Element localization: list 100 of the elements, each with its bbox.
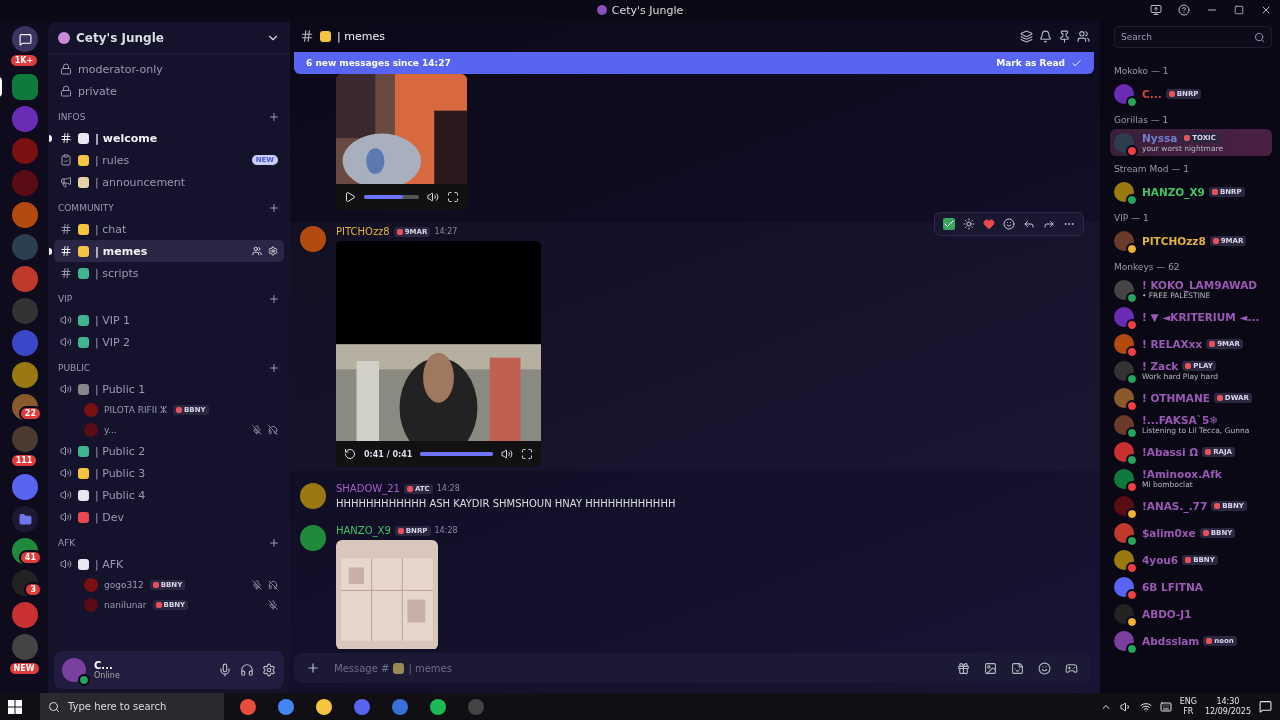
channel-item[interactable]: | VIP 2 [54,331,284,353]
member-name[interactable]: 6B LFITNA [1142,580,1203,593]
member-name[interactable]: 4you6 [1142,553,1179,566]
channel-item[interactable]: | Public 2 [54,440,284,462]
category-title[interactable]: COMMUNITY [58,203,266,213]
fullscreen-icon[interactable] [447,191,459,203]
channel-item[interactable]: | Public 1 [54,378,284,400]
close-icon[interactable] [1260,4,1272,16]
speaker-icon [60,467,72,479]
clock-date[interactable]: 12/09/2025 [1204,706,1251,717]
channel-item[interactable]: | announcement [54,171,284,193]
sparkle-icon[interactable] [963,218,975,230]
category-title[interactable]: AFK [58,538,266,548]
channel-item[interactable]: | VIP 1 [54,309,284,331]
threads-icon[interactable] [1020,29,1033,43]
windows-start-icon[interactable] [8,699,22,714]
new-messages-bar[interactable]: 6 new messages since 14:27 Mark as Read [294,52,1094,74]
plus-icon[interactable] [268,293,280,305]
author-name[interactable]: HANZO_X9 [336,525,391,536]
taskbar-search-field[interactable]: Type here to search [40,693,224,720]
member-name[interactable]: ! RELAXxx [1142,337,1203,350]
invite-icon[interactable] [252,246,262,256]
member-name[interactable]: C... [1142,87,1162,100]
member-name[interactable]: HANZO_X9 [1142,185,1205,198]
channel-item[interactable]: private [54,80,284,102]
mic-icon[interactable] [218,663,232,677]
member-name[interactable]: ! ▼ ◄KRITERIUM ◄... [1142,310,1260,323]
channel-item[interactable]: moderator-only [54,58,284,80]
smile-icon[interactable] [1003,218,1015,230]
plus-icon[interactable] [306,661,320,675]
replay-icon[interactable] [344,448,356,460]
category-title[interactable]: PUBLIC [58,363,266,373]
play-icon[interactable] [344,191,356,203]
clock-time[interactable]: 14:30 [1216,696,1240,707]
window-title: Cety's Jungle [611,3,684,17]
sticker-icon[interactable] [1011,661,1024,675]
plus-icon[interactable] [268,111,280,123]
smile-icon[interactable] [1038,661,1051,675]
member-name[interactable]: PITCHOzz8 [1142,234,1206,247]
fullscreen-icon[interactable] [521,448,533,460]
plus-icon[interactable] [268,202,280,214]
megaphone-icon [60,176,72,188]
member-name[interactable]: ABDO-J1 [1142,607,1192,620]
channel-item[interactable]: | scripts [54,262,284,284]
category-title[interactable]: VIP [58,294,266,304]
member-name[interactable]: !Aminoox.Afk [1142,468,1222,480]
channel-item[interactable]: | welcome [54,127,284,149]
member-name[interactable]: Nyssa [1142,132,1178,144]
volume-icon[interactable] [501,448,513,460]
bell-icon[interactable] [1039,29,1052,43]
volume-icon[interactable] [1119,700,1132,713]
keyboard-icon[interactable] [1159,700,1172,713]
plus-icon[interactable] [268,537,280,549]
channel-item[interactable]: | Public 4 [54,484,284,506]
pin-icon[interactable] [1058,29,1071,43]
maximize-icon[interactable] [1234,5,1244,15]
member-name[interactable]: !...FAKSA`5❄ [1142,414,1219,426]
volume-icon[interactable] [427,191,439,203]
member-name[interactable]: ! Zack [1142,360,1179,372]
forward-icon[interactable] [1043,218,1055,230]
taskbar-app-icon[interactable] [430,698,446,715]
search-field[interactable]: Search [1114,26,1272,48]
reply-icon[interactable] [1023,218,1035,230]
member-name[interactable]: Abdsslam [1142,634,1200,647]
member-name[interactable]: $alim0xe [1142,526,1196,539]
network-icon[interactable] [1139,700,1152,713]
heart-icon[interactable] [983,218,995,230]
headphones-icon[interactable] [240,663,254,677]
avatar [84,578,98,592]
folder-button[interactable] [12,506,38,532]
speaker-icon [60,558,72,570]
author-name[interactable]: SHADOW_21 [336,483,400,494]
channel-item[interactable]: | chat [54,218,284,240]
settings-icon[interactable] [262,663,276,677]
taskbar-app-icon[interactable] [316,698,332,715]
check-icon[interactable] [943,218,955,230]
member-name[interactable]: !Abassi Ω [1142,445,1199,458]
language-indicator[interactable]: ENG [1179,696,1197,707]
help-icon[interactable] [1178,4,1190,16]
gamepad-icon[interactable] [1065,661,1078,675]
category-title[interactable]: INFOS [58,112,266,122]
home-button[interactable] [12,26,38,52]
taskbar-app-icon[interactable] [278,698,294,715]
channel-item[interactable]: | Public 3 [54,462,284,484]
member-name[interactable]: ! OTHMANE [1142,391,1210,404]
member-name[interactable]: ! KOKO_LAM9AWAD [1142,279,1258,291]
channel-item[interactable]: | AFK [54,553,284,575]
hash-icon [60,267,72,279]
member-name[interactable]: !ANAS._.77 [1142,499,1208,512]
taskbar-app-icon[interactable] [240,698,256,715]
gift-icon[interactable] [957,661,970,675]
plus-icon[interactable] [268,362,280,374]
screen-share-icon[interactable] [1150,4,1162,16]
progress-track[interactable] [364,195,419,199]
notifications-icon[interactable] [1259,700,1272,713]
members-icon[interactable] [1077,29,1090,43]
author-name[interactable]: PITCHOzz8 [336,226,390,237]
language-indicator[interactable]: FR [1183,706,1194,717]
channel-item[interactable]: | Dev [54,506,284,528]
badge: 41 [18,550,42,565]
